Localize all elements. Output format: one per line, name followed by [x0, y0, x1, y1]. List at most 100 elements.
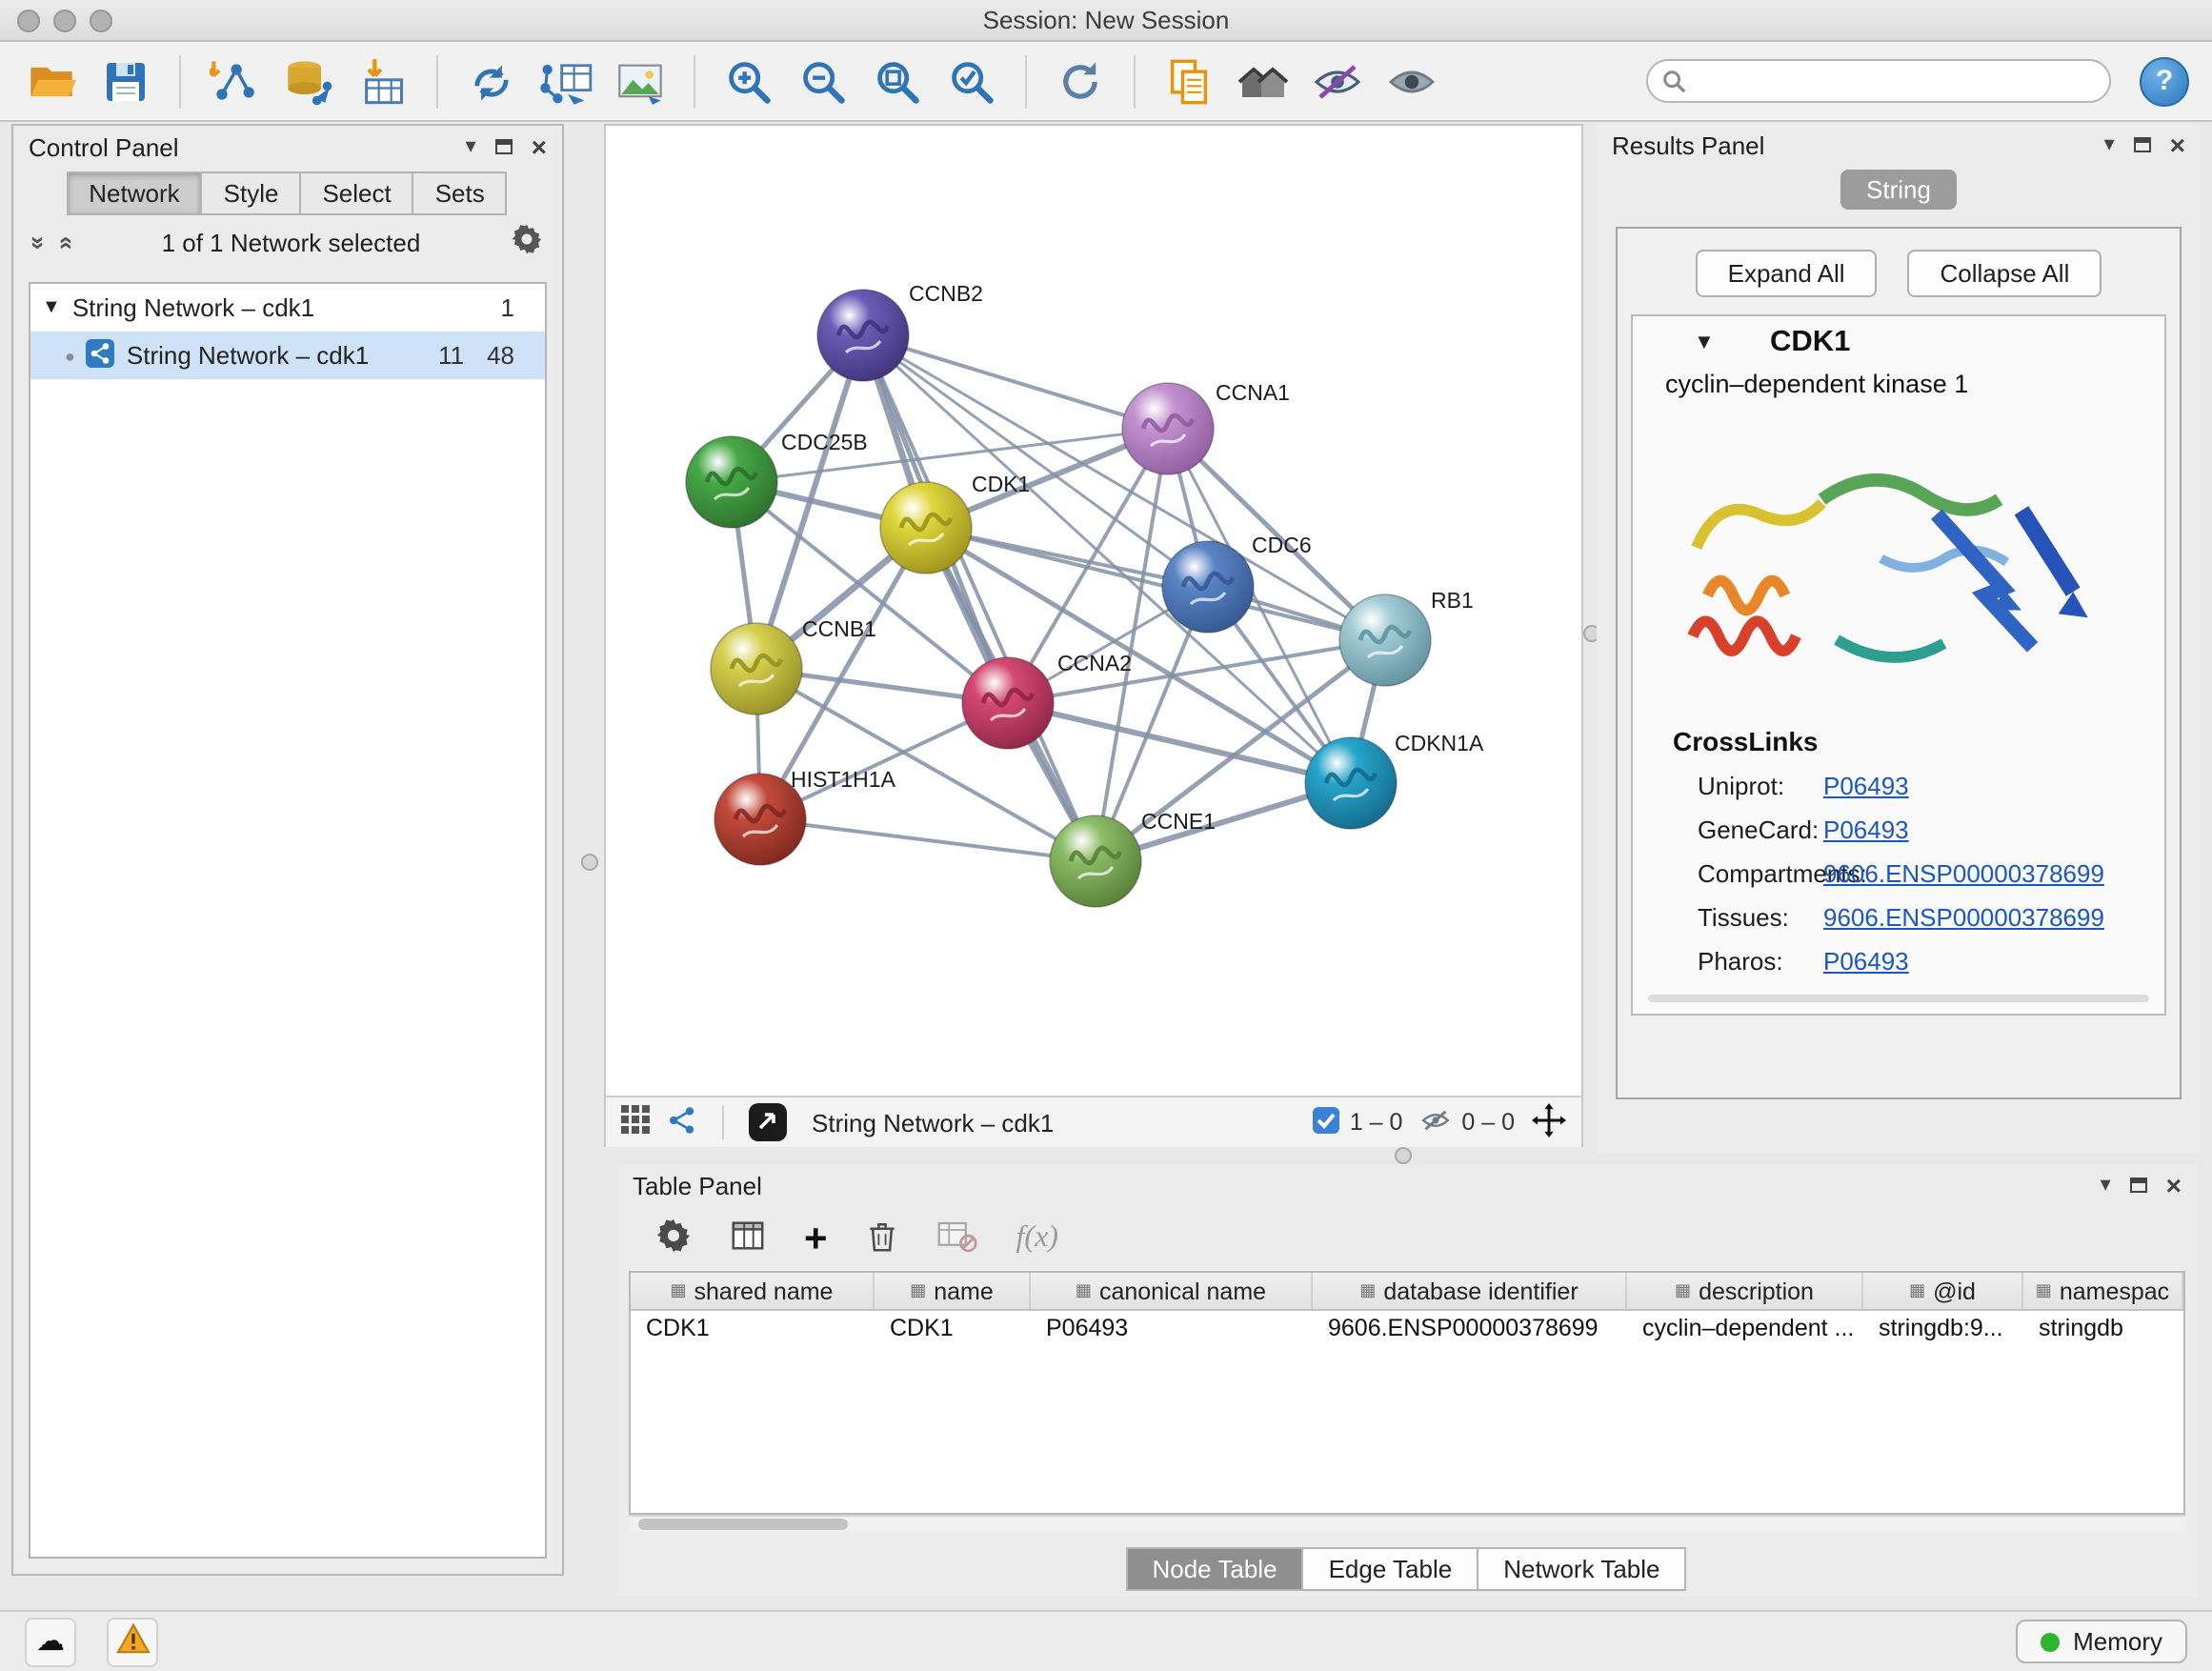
network-node-CDK1[interactable]	[880, 482, 972, 574]
panel-float-icon[interactable]	[495, 139, 513, 154]
column-header-canonical-name[interactable]: ▦canonical name	[1031, 1273, 1313, 1309]
network-node-CDC25B[interactable]	[686, 436, 777, 528]
cloud-status-button[interactable]: ☁	[25, 1617, 76, 1666]
open-session-button[interactable]	[23, 52, 80, 110]
network-node-RB1[interactable]	[1339, 594, 1431, 686]
save-session-button[interactable]	[97, 52, 154, 110]
birdseye-grid-icon[interactable]	[621, 1105, 650, 1139]
zoom-out-button[interactable]	[794, 52, 852, 110]
table-settings-gear-icon[interactable]	[655, 1218, 692, 1259]
expand-all-icon[interactable]: »	[50, 235, 79, 249]
delete-column-trash-icon[interactable]	[866, 1218, 900, 1259]
import-network-file-button[interactable]	[206, 52, 263, 110]
copy-document-button[interactable]	[1160, 52, 1217, 110]
panel-menu-icon[interactable]: ▾	[2101, 1175, 2111, 1196]
crosslink-tissues-link[interactable]: 9606.ENSP00000378699	[1823, 903, 2104, 932]
network-label: String Network – cdk1	[127, 341, 369, 370]
export-image-button[interactable]	[612, 52, 669, 110]
section-expanded-icon[interactable]: ▼	[1694, 332, 1715, 354]
string-share-icon[interactable]	[667, 1104, 697, 1140]
control-panel-tabs: Network Style Select Sets	[13, 171, 562, 215]
tab-string-results[interactable]: String	[1840, 170, 1958, 210]
network-edge-CCNB2-CCNE1[interactable]	[863, 335, 1096, 861]
network-node-CDKN1A[interactable]	[1305, 737, 1397, 829]
network-node-label-CDC25B: CDC25B	[781, 430, 868, 454]
scrollbar-thumb[interactable]	[638, 1519, 848, 1530]
tab-sets[interactable]: Sets	[412, 171, 508, 215]
network-node-CCNE1[interactable]	[1050, 815, 1141, 907]
network-node-CCNB1[interactable]	[711, 623, 802, 715]
panel-float-icon[interactable]	[2134, 137, 2151, 152]
show-columns-icon[interactable]	[730, 1218, 766, 1259]
cell-id: stringdb:9...	[1863, 1311, 2023, 1349]
crosslink-genecard-link[interactable]: P06493	[1823, 815, 1909, 844]
cell-namespace: stringdb	[2023, 1311, 2183, 1349]
import-table-icon	[358, 56, 408, 106]
zoom-selected-button[interactable]	[943, 52, 1000, 110]
hidden-eye-icon[interactable]	[1419, 1106, 1452, 1138]
zoom-in-button[interactable]	[720, 52, 777, 110]
checkbox-icon[interactable]	[1314, 1106, 1340, 1138]
table-row[interactable]: CDK1 CDK1 P06493 9606.ENSP00000378699 cy…	[631, 1311, 2183, 1349]
help-button[interactable]: ?	[2140, 56, 2189, 106]
search-input[interactable]	[1646, 59, 2111, 103]
column-header-namespace[interactable]: ▦namespac	[2023, 1273, 2183, 1309]
panel-float-icon[interactable]	[2130, 1178, 2147, 1193]
panel-close-icon[interactable]: ×	[532, 133, 547, 160]
crosslink-uniprot-link[interactable]: P06493	[1823, 772, 1909, 800]
panel-menu-icon[interactable]: ▾	[2104, 134, 2115, 155]
network-node-CCNB2[interactable]	[817, 290, 909, 381]
collapse-all-button[interactable]: Collapse All	[1908, 250, 2102, 297]
network-edge-HIST1H1A-CCNE1[interactable]	[760, 819, 1096, 861]
move-crosshair-icon[interactable]	[1532, 1102, 1566, 1142]
show-all-button[interactable]	[1383, 52, 1440, 110]
network-edge-CCNB2-CCNA1[interactable]	[863, 335, 1168, 429]
detach-view-button[interactable]	[749, 1103, 787, 1141]
splitter-handle[interactable]	[1395, 1147, 1412, 1164]
export-table-button[interactable]	[537, 52, 594, 110]
column-icon: ▦	[1359, 1280, 1376, 1301]
warnings-button[interactable]	[107, 1617, 158, 1666]
column-header-name[interactable]: ▦name	[875, 1273, 1031, 1309]
crosslink-compartments-link[interactable]: 9606.ENSP00000378699	[1823, 859, 2104, 888]
memory-button[interactable]: Memory	[2016, 1620, 2187, 1663]
network-row[interactable]: ● String Network – cdk1 11 48	[30, 332, 545, 379]
import-table-button[interactable]	[354, 52, 412, 110]
string-home-button[interactable]	[1235, 52, 1292, 110]
column-header-id[interactable]: ▦@id	[1863, 1273, 2023, 1309]
tab-select[interactable]: Select	[299, 171, 413, 215]
network-options-gear-icon[interactable]	[511, 223, 543, 261]
zoom-fit-button[interactable]	[869, 52, 926, 110]
tab-network[interactable]: Network	[66, 171, 202, 215]
hide-unselected-button[interactable]	[1309, 52, 1366, 110]
network-node-CDC6[interactable]	[1162, 541, 1254, 633]
network-node-CCNA1[interactable]	[1122, 383, 1214, 474]
network-node-CCNA2[interactable]	[962, 657, 1054, 749]
tab-node-table[interactable]: Node Table	[1125, 1547, 1303, 1591]
results-scrollbar[interactable]	[1648, 995, 2149, 1002]
panel-menu-icon[interactable]: ▾	[466, 136, 476, 157]
tab-style[interactable]: Style	[201, 171, 302, 215]
column-header-description[interactable]: ▦description	[1627, 1273, 1863, 1309]
network-canvas[interactable]: CCNB2CCNA1CDC25BCDK1CDC6RB1CCNB1CCNA2CDK…	[606, 126, 1581, 1096]
panel-close-icon[interactable]: ×	[2166, 1172, 2182, 1198]
crosslink-pharos-link[interactable]: P06493	[1823, 947, 1909, 976]
tree-expanded-icon[interactable]: ▼	[42, 297, 61, 318]
network-edge-CDK1-RB1[interactable]	[926, 528, 1385, 640]
tab-network-table[interactable]: Network Table	[1477, 1547, 1686, 1591]
tab-edge-table[interactable]: Edge Table	[1302, 1547, 1479, 1591]
import-network-database-button[interactable]	[280, 52, 337, 110]
table-horizontal-scrollbar[interactable]	[629, 1515, 2185, 1532]
network-collection-row[interactable]: ▼ String Network – cdk1 1	[30, 284, 545, 332]
gene-card-header[interactable]: ▼ CDK1	[1633, 316, 2164, 370]
add-column-icon[interactable]: +	[804, 1218, 828, 1258]
apply-layout-button[interactable]	[1052, 52, 1109, 110]
column-header-shared-name[interactable]: ▦shared name	[631, 1273, 875, 1309]
function-builder-button[interactable]: f(x)	[1016, 1221, 1058, 1256]
column-header-database-identifier[interactable]: ▦database identifier	[1313, 1273, 1627, 1309]
crosslink-label: Tissues:	[1633, 903, 1823, 932]
clone-network-button[interactable]	[463, 52, 520, 110]
splitter-handle[interactable]	[581, 854, 598, 871]
expand-all-button[interactable]: Expand All	[1696, 250, 1878, 297]
panel-close-icon[interactable]: ×	[2170, 131, 2185, 158]
